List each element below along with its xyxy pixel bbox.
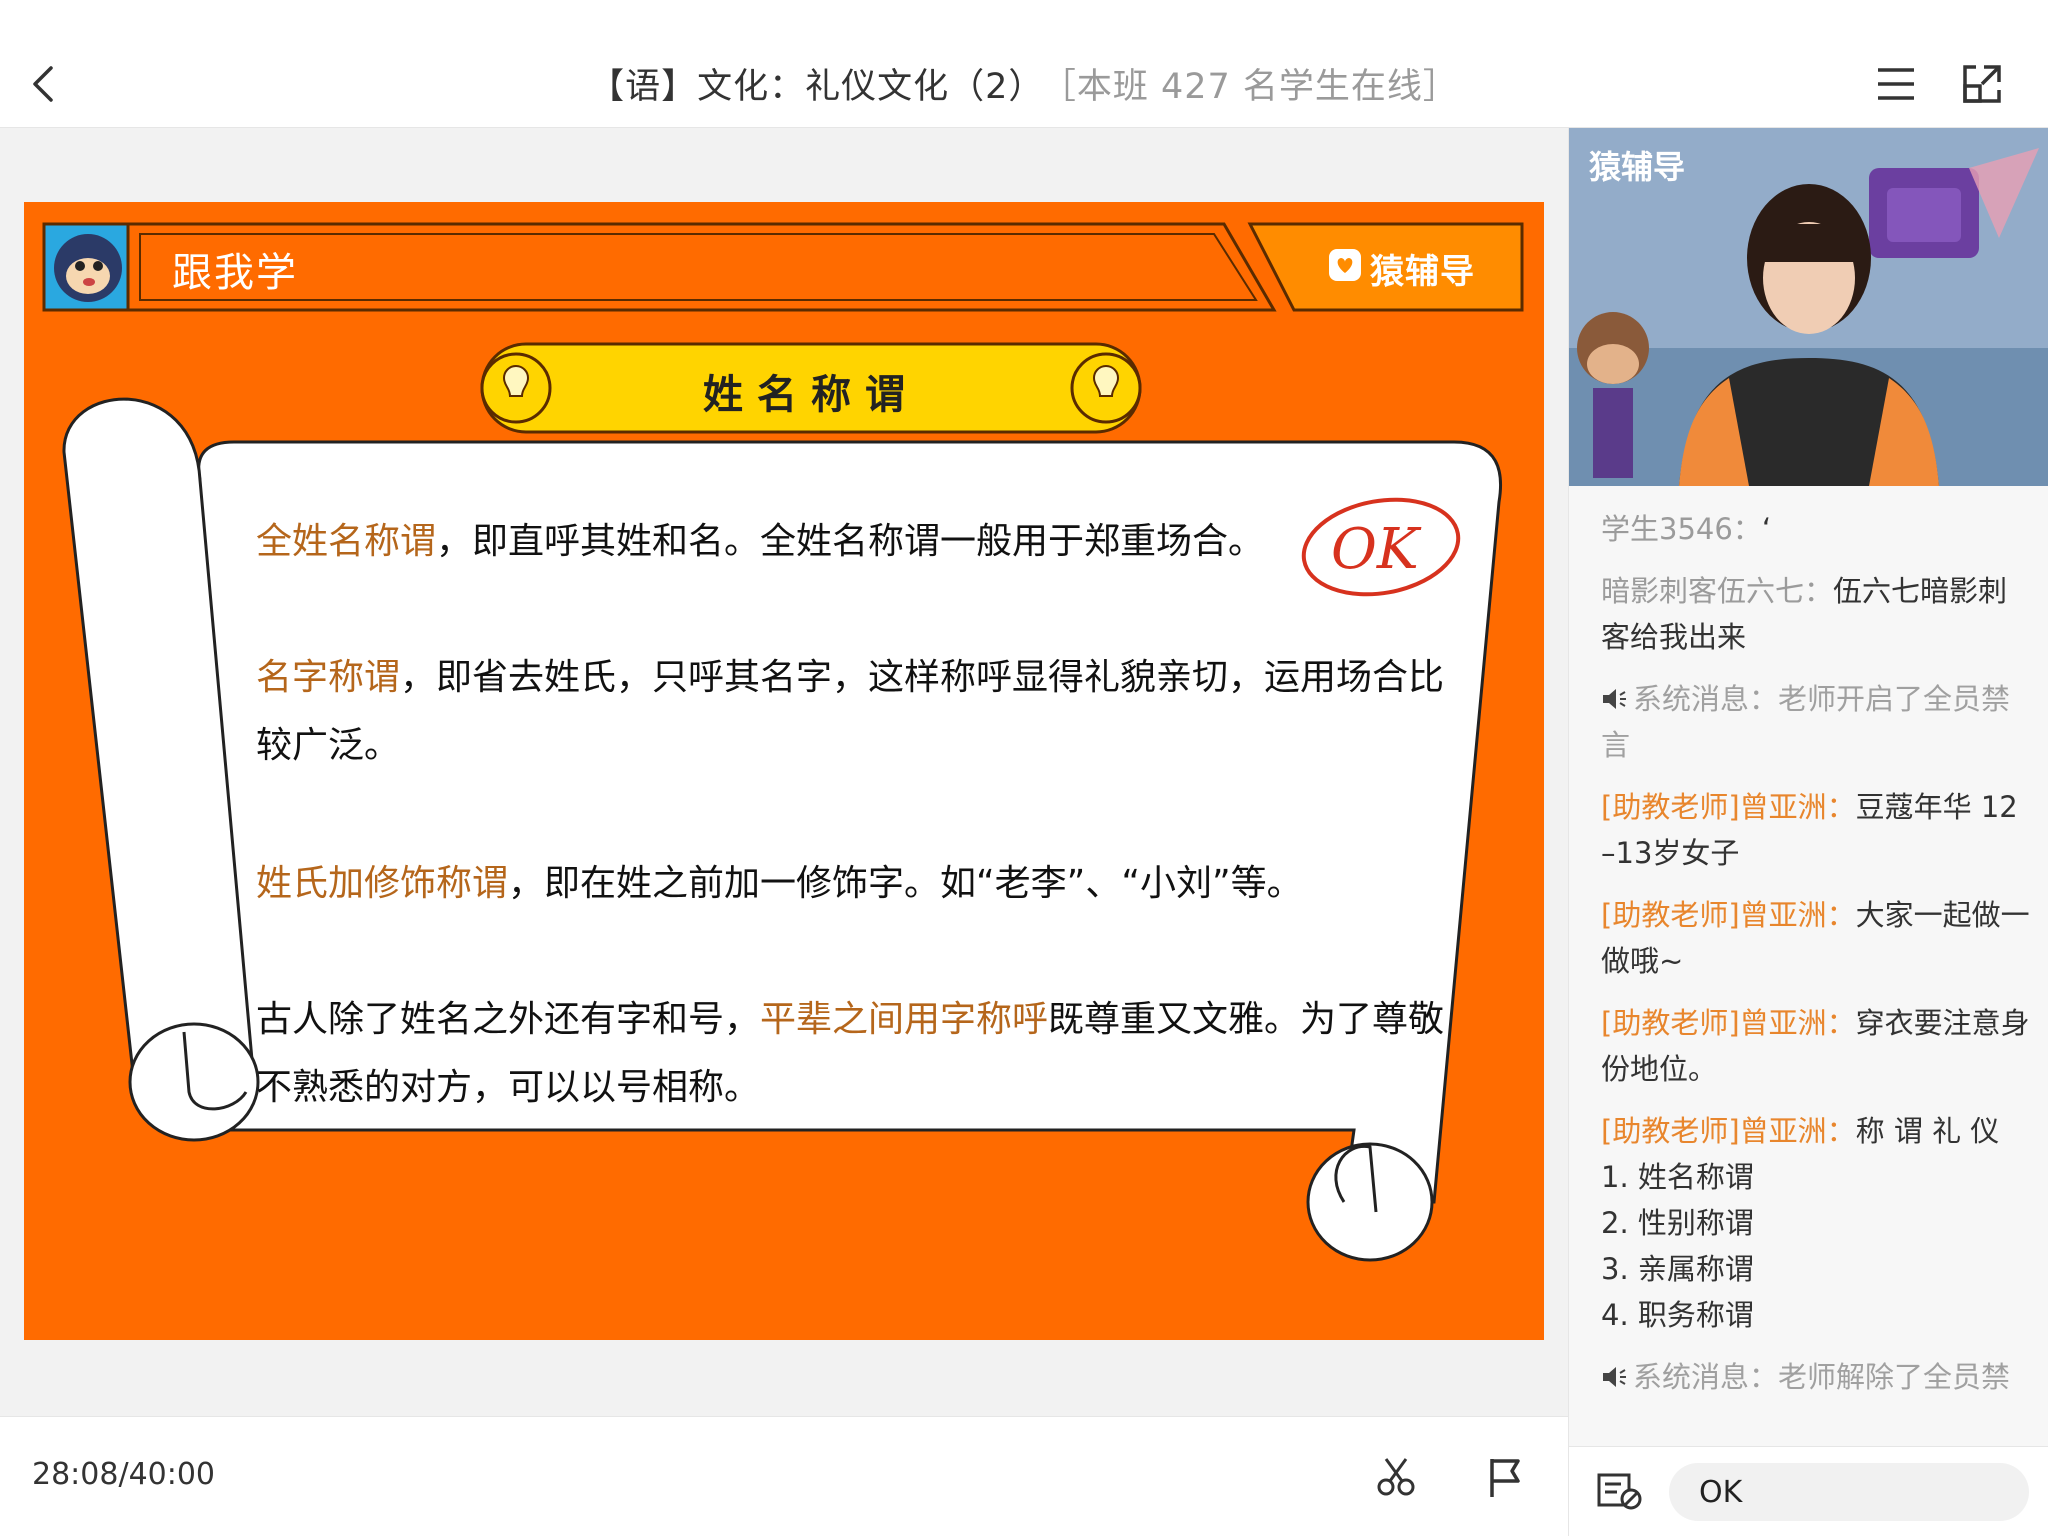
app-root: 【语】文化：礼仪文化（2） ［本班 427 名学生在线］ 跟我学 猿辅导 姓名称… [0, 0, 2048, 1536]
chat-input[interactable] [1669, 1463, 2029, 1521]
chat-text: ‘ [1761, 512, 1772, 546]
chat-line: 3. 亲属称谓 [1601, 1252, 1754, 1286]
slide-stage: 跟我学 猿辅导 姓名称谓 全姓名称谓，即直呼其姓和名。全姓名称谓一般用于郑重场合… [0, 128, 1568, 1416]
clip-button[interactable] [1374, 1455, 1418, 1499]
side-panel: 猿辅导 学生3546：‘ 暗影刺客伍六七：伍六七暗影刺客给我出来 系统消息：老师… [1568, 128, 2048, 1536]
paragraph-surname-modifier: 姓氏加修饰称谓，即在姓之前加一修饰字。如“老李”、“小刘”等。 [256, 850, 1476, 918]
paragraph-text-before: 古人除了姓名之外还有字和号， [256, 999, 761, 1040]
chat-list[interactable]: 学生3546：‘ 暗影刺客伍六七：伍六七暗影刺客给我出来 系统消息：老师开启了全… [1601, 506, 2031, 1406]
speaker-icon [1603, 689, 1626, 709]
banner-title: 跟我学 [172, 250, 298, 296]
playback-bar: 28:08/40:00 [0, 1416, 1568, 1536]
term-highlight: 姓氏加修饰称谓 [256, 863, 509, 904]
paragraph-text: ，即省去姓氏，只呼其名字，这样称呼显得礼貌亲切，运用场合比较广泛。 [256, 657, 1445, 766]
chat-sender: 暗影刺客伍六七： [1601, 574, 1834, 608]
paragraph-courtesy-name: 古人除了姓名之外还有字和号，平辈之间用字称呼既尊重又文雅。为了尊敬不熟悉的对方，… [256, 986, 1466, 1122]
chat-line: 2. 性别称谓 [1601, 1206, 1754, 1240]
chat-message: [助教老师]曾亚洲：称 谓 礼 仪 1. 姓名称谓 2. 性别称谓 3. 亲属称… [1601, 1108, 2031, 1338]
lesson-title-text: 【语】文化：礼仪文化（2） [589, 67, 1045, 107]
paragraph-text: ，即在姓之前加一修饰字。如“老李”、“小刘”等。 [508, 863, 1303, 904]
chat-message: [助教老师]曾亚洲：穿衣要注意身份地位。 [1601, 1000, 2031, 1092]
chat-sender: 系统消息： [1633, 1360, 1779, 1394]
chat-sender: [助教老师]曾亚洲： [1601, 898, 1856, 932]
chat-sender: 学生3546： [1601, 512, 1762, 546]
term-highlight: 平辈之间用字称呼 [760, 999, 1049, 1040]
ok-annotation: OK [1301, 497, 1461, 597]
menu-button[interactable] [1876, 64, 1916, 104]
chat-input-bar [1569, 1446, 2048, 1536]
menu-icon [1878, 68, 1914, 100]
online-count: ［本班 427 名学生在线］ [1058, 67, 1459, 107]
chat-message: [助教老师]曾亚洲：大家一起做一做哦~ [1601, 892, 2031, 984]
flag-icon [1490, 1459, 1520, 1497]
video-brand-label: 猿辅导 [1589, 148, 1686, 186]
paragraph-full-name: 全姓名称谓，即直呼其姓和名。全姓名称谓一般用于郑重场合。 [256, 508, 1336, 576]
paragraph-text: ，即直呼其姓和名。全姓名称谓一般用于郑重场合。 [436, 521, 1265, 562]
chat-message: [助教老师]曾亚洲：豆蔻年华 12–13岁女子 [1601, 784, 2031, 876]
brand-logo-icon [1329, 249, 1361, 281]
chat-filter-button[interactable] [1597, 1471, 1643, 1511]
slide-brand-label: 猿辅导 [1370, 252, 1475, 292]
topic-title: 姓名称谓 [703, 372, 919, 418]
mark-button[interactable] [1484, 1455, 1528, 1499]
chat-line: 1. 姓名称谓 [1601, 1160, 1754, 1194]
chat-sender: [助教老师]曾亚洲： [1601, 790, 1856, 824]
fullscreen-button[interactable] [1962, 64, 2002, 104]
chat-settings-icon [1597, 1473, 1642, 1510]
chat-message: 学生3546：‘ [1601, 506, 2031, 552]
courseware-slide: 跟我学 猿辅导 姓名称谓 全姓名称谓，即直呼其姓和名。全姓名称谓一般用于郑重场合… [24, 202, 1544, 1340]
system-message: 系统消息：老师开启了全员禁言 [1601, 676, 2031, 768]
system-message: 系统消息：老师解除了全员禁言 [1601, 1354, 2031, 1406]
paragraph-given-name: 名字称谓，即省去姓氏，只呼其名字，这样称呼显得礼貌亲切，运用场合比较广泛。 [256, 644, 1476, 780]
lesson-title: 【语】文化：礼仪文化（2） ［本班 427 名学生在线］ [0, 58, 2048, 109]
fullscreen-icon [1963, 65, 2001, 103]
chat-sender: 系统消息： [1633, 682, 1779, 716]
ok-annotation-text: OK [1331, 517, 1422, 582]
speaker-icon [1603, 1367, 1626, 1387]
chat-message: 暗影刺客伍六七：伍六七暗影刺客给我出来 [1601, 568, 2031, 660]
chat-line: 4. 职务称谓 [1601, 1298, 1754, 1332]
chat-sender: [助教老师]曾亚洲： [1601, 1114, 1856, 1148]
term-highlight: 全姓名称谓 [256, 521, 437, 562]
scissors-icon [1377, 1458, 1415, 1496]
teacher-video[interactable]: 猿辅导 [1569, 128, 2048, 486]
playback-time: 28:08/40:00 [32, 1457, 216, 1492]
term-highlight: 名字称谓 [256, 657, 401, 698]
chat-text: 称 谓 礼 仪 [1855, 1114, 2000, 1148]
top-bar: 【语】文化：礼仪文化（2） ［本班 427 名学生在线］ [0, 0, 2048, 128]
chat-sender: [助教老师]曾亚洲： [1601, 1006, 1856, 1040]
